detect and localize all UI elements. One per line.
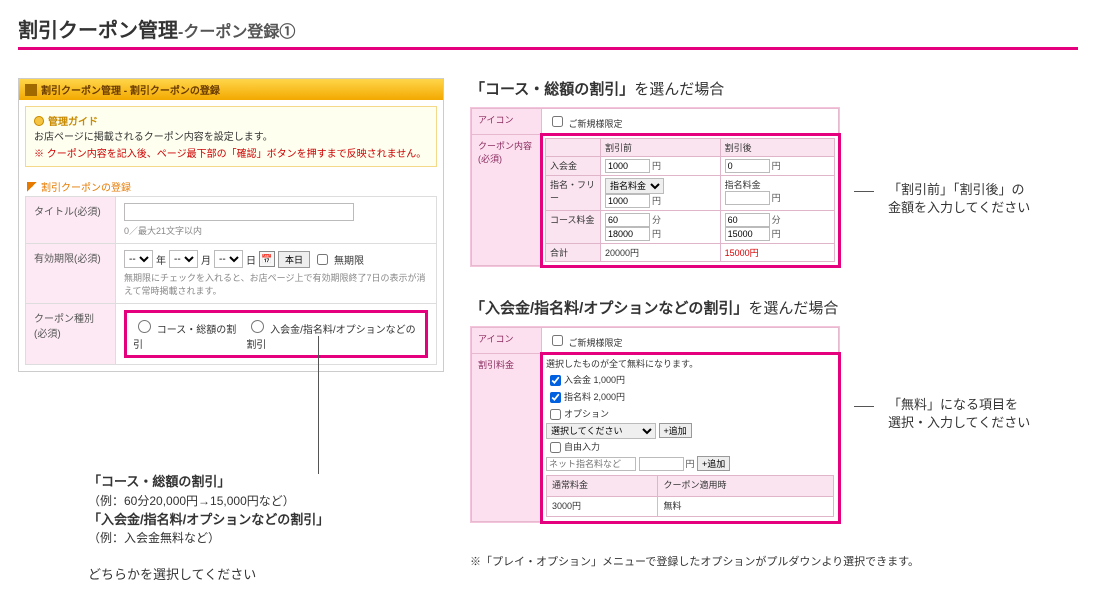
guide-line1: お店ページに掲載されるクーポン内容を設定します。 (34, 128, 428, 143)
free-price-input[interactable] (639, 457, 684, 471)
row-nominate: 指名・フリー (546, 176, 601, 211)
connector-line (854, 191, 874, 192)
admin-header: 割引クーポン管理 - 割引クーポンの登録 (19, 79, 443, 100)
coupon-type-highlight: コース・総額の割引 入会金/指名料/オプションなどの割引 (124, 310, 428, 358)
month-unit: 月 (201, 252, 211, 267)
case1-lab-content: クーポン内容(必須) (472, 135, 542, 266)
annot-ex2: （例：入会金無料など） (88, 529, 444, 547)
connector-line (318, 336, 319, 474)
admin-header-text: 割引クーポン管理 - 割引クーポンの登録 (41, 82, 220, 97)
guide-line2: ※ クーポン内容を記入後、ページ最下部の「確認」ボタンを押すまで反映されません。 (34, 145, 428, 160)
case2-lead: 選択したものが全て無料になります。 (546, 358, 834, 372)
noexpire-checkbox[interactable] (317, 254, 328, 265)
bulb-icon (34, 116, 44, 126)
adm-after-input[interactable] (725, 159, 770, 173)
case1-lab-icon: アイコン (472, 109, 542, 135)
chk-admission[interactable] (550, 375, 561, 386)
row-expire-label: 有効期限(必須) (26, 244, 116, 304)
case2-options: 選択したものが全て無料になります。 入会金 1,000円 指名料 2,000円 … (546, 358, 834, 517)
option-select[interactable]: 選択してください (546, 423, 656, 439)
annot-head1: 「コース・総額の割引」 (88, 472, 444, 492)
course-min-after[interactable] (725, 213, 770, 227)
col-before: 割引前 (601, 139, 721, 157)
course-yen-before[interactable] (605, 227, 650, 241)
type-option-1[interactable]: コース・総額の割引 (133, 317, 236, 351)
case2-footnote: ※「プレイ・オプション」メニューで登録したオプションがプルダウンより選択できます… (470, 553, 1078, 569)
coupon-title-input[interactable] (124, 203, 354, 221)
case2-sum-table: 通常料金 クーポン適用時 3000円 無料 (546, 475, 834, 517)
noexpire-label: 無期限 (334, 252, 364, 267)
total-before: 20000円 (601, 244, 721, 262)
annot-head2: 「入会金/指名料/オプションなどの割引」 (88, 510, 444, 530)
row-type-label: クーポン種別(必須) (26, 304, 116, 365)
case1-price-table: 割引前 割引後 入会金 円 円 指名・フリー (545, 138, 835, 262)
page-title-main: 割引クーポン管理 (18, 20, 178, 42)
coupon-form-table: タイトル(必須) 0／最大21文字以内 有効期限(必須) -- 年 -- 月 (25, 196, 437, 365)
sum-apply-h: クーポン適用時 (658, 476, 834, 497)
nom-after-input[interactable] (725, 191, 770, 205)
sum-apply-v: 無料 (658, 496, 834, 517)
row-total: 合計 (546, 244, 601, 262)
chk-freeinput[interactable] (550, 442, 561, 453)
col-after: 割引後 (720, 139, 834, 157)
title-counter: 0／最大21文字以内 (124, 224, 428, 237)
annot-ex1: （例：60分20,000円→15,000円など） (88, 492, 444, 510)
expire-day-select[interactable]: -- (214, 250, 243, 268)
guide-box: 管理ガイド お店ページに掲載されるクーポン内容を設定します。 ※ クーポン内容を… (25, 106, 437, 167)
case1-note: 「割引前」「割引後」の 金額を入力してください (888, 107, 1078, 217)
nom-after-label: 指名料金 (725, 180, 761, 190)
calendar-icon[interactable]: 📅 (259, 251, 275, 267)
row-course: コース料金 (546, 211, 601, 244)
case2-note: 「無料」になる項目を 選択・入力してください (888, 326, 1078, 432)
admin-panel: 割引クーポン管理 - 割引クーポンの登録 管理ガイド お店ページに掲載されるクー… (18, 78, 444, 372)
left-annotation: 「コース・総額の割引」 （例：60分20,000円→15,000円など） 「入会… (18, 472, 444, 585)
case1-panel: アイコン ご新規様限定 クーポン内容(必須) 割引前 (470, 107, 840, 267)
chk-nominate[interactable] (550, 392, 561, 403)
expire-month-select[interactable]: -- (169, 250, 198, 268)
type-radio-course[interactable] (138, 320, 151, 333)
case1-heading: 「コース・総額の割引」を選んだ場合 (470, 78, 1078, 99)
connector-line (854, 406, 874, 407)
sum-norm-h: 通常料金 (547, 476, 658, 497)
expire-note: 無期限にチェックを入れると、お店ページ上で有効期限終了7日の表示が消えて常時掲載… (124, 271, 428, 297)
free-add-button[interactable]: +追加 (697, 456, 730, 471)
adm-before-input[interactable] (605, 159, 650, 173)
annot-pick: どちらかを選択してください (88, 565, 444, 585)
pencil-icon (27, 182, 37, 192)
guide-title: 管理ガイド (34, 113, 428, 128)
course-min-before[interactable] (605, 213, 650, 227)
window-icon (25, 84, 37, 96)
case2-heading: 「入会金/指名料/オプションなどの割引」を選んだ場合 (470, 297, 1078, 318)
form-section-title: 割引クーポンの登録 (19, 173, 443, 196)
option-add-button[interactable]: +追加 (659, 423, 692, 438)
page-title: 割引クーポン管理-クーポン登録① (18, 14, 1078, 50)
case2-limit-label: ご新規様限定 (569, 338, 623, 348)
course-yen-after[interactable] (725, 227, 770, 241)
case1-limit-label: ご新規様限定 (569, 119, 623, 129)
case1-limit-checkbox[interactable] (552, 116, 563, 127)
nominate-select[interactable]: 指名料金 (605, 178, 664, 194)
total-after: 15000円 (720, 244, 834, 262)
expire-year-select[interactable]: -- (124, 250, 153, 268)
row-title-label: タイトル(必須) (26, 197, 116, 244)
nom-before-input[interactable] (605, 194, 650, 208)
free-label-input[interactable] (546, 457, 636, 471)
chk-option[interactable] (550, 409, 561, 420)
type-radio-fee[interactable] (251, 320, 264, 333)
case2-lab-icon: アイコン (472, 328, 542, 354)
page-title-sub: -クーポン登録① (178, 24, 295, 41)
year-unit: 年 (156, 252, 166, 267)
row-admission: 入会金 (546, 157, 601, 176)
sum-norm-v: 3000円 (547, 496, 658, 517)
today-button[interactable]: 本日 (278, 251, 310, 268)
day-unit: 日 (246, 252, 256, 267)
case2-limit-checkbox[interactable] (552, 335, 563, 346)
case2-lab-content: 割引料金 (472, 354, 542, 522)
case2-panel: アイコン ご新規様限定 割引料金 選択したものが全て無料になります。 入会金 1… (470, 326, 840, 523)
type-option-2[interactable]: 入会金/指名料/オプションなどの割引 (246, 317, 419, 351)
